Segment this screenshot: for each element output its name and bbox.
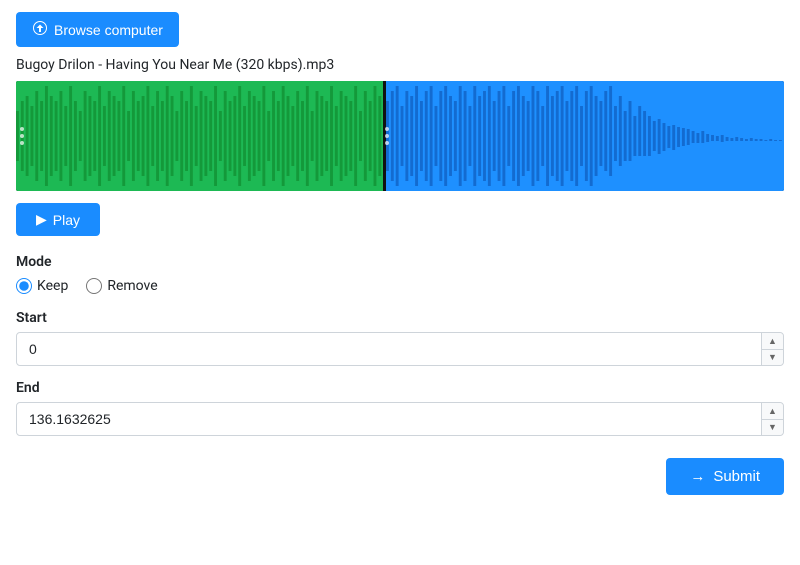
- start-label: Start: [16, 310, 784, 326]
- upload-icon: [32, 20, 48, 39]
- end-spinner-down[interactable]: ▼: [762, 420, 783, 436]
- mode-keep-option[interactable]: Keep: [16, 278, 68, 294]
- right-handle[interactable]: [385, 127, 389, 145]
- submit-button-label: Submit: [713, 468, 760, 485]
- waveform-unselected-region[interactable]: [386, 81, 784, 191]
- play-button[interactable]: ▶ Play: [16, 203, 100, 236]
- play-button-label: Play: [53, 212, 80, 228]
- mode-keep-radio[interactable]: [16, 278, 32, 294]
- waveform-svg-selected: // Generate random waveform bars: [16, 81, 383, 191]
- submit-button[interactable]: → Submit: [666, 458, 784, 495]
- handle-dot: [20, 127, 24, 131]
- waveform-svg-unselected: [386, 81, 784, 191]
- handle-dot: [385, 141, 389, 145]
- left-handle[interactable]: [20, 127, 24, 145]
- end-input-wrapper: ▲ ▼: [16, 402, 784, 436]
- arrow-right-icon: →: [690, 468, 705, 485]
- mode-keep-label: Keep: [37, 278, 68, 294]
- start-spinner: ▲ ▼: [761, 333, 783, 365]
- handle-dot: [20, 134, 24, 138]
- browse-button-label: Browse computer: [54, 22, 163, 38]
- mode-label: Mode: [16, 254, 784, 270]
- handle-dot: [385, 134, 389, 138]
- start-input[interactable]: [17, 333, 761, 365]
- mode-remove-radio[interactable]: [86, 278, 102, 294]
- handle-dot: [20, 141, 24, 145]
- end-input[interactable]: [17, 403, 761, 435]
- start-input-wrapper: ▲ ▼: [16, 332, 784, 366]
- waveform-display[interactable]: // Generate random waveform bars: [16, 81, 784, 191]
- filename-label: Bugoy Drilon - Having You Near Me (320 k…: [16, 57, 784, 73]
- start-spinner-down[interactable]: ▼: [762, 350, 783, 366]
- end-label: End: [16, 380, 784, 396]
- start-spinner-up[interactable]: ▲: [762, 333, 783, 350]
- handle-dot: [385, 127, 389, 131]
- end-spinner: ▲ ▼: [761, 403, 783, 435]
- waveform-selected-region[interactable]: // Generate random waveform bars: [16, 81, 383, 191]
- mode-radio-group: Keep Remove: [16, 278, 784, 294]
- browse-computer-button[interactable]: Browse computer: [16, 12, 179, 47]
- play-icon: ▶: [36, 211, 47, 228]
- mode-remove-option[interactable]: Remove: [86, 278, 157, 294]
- end-spinner-up[interactable]: ▲: [762, 403, 783, 420]
- mode-remove-label: Remove: [107, 278, 157, 294]
